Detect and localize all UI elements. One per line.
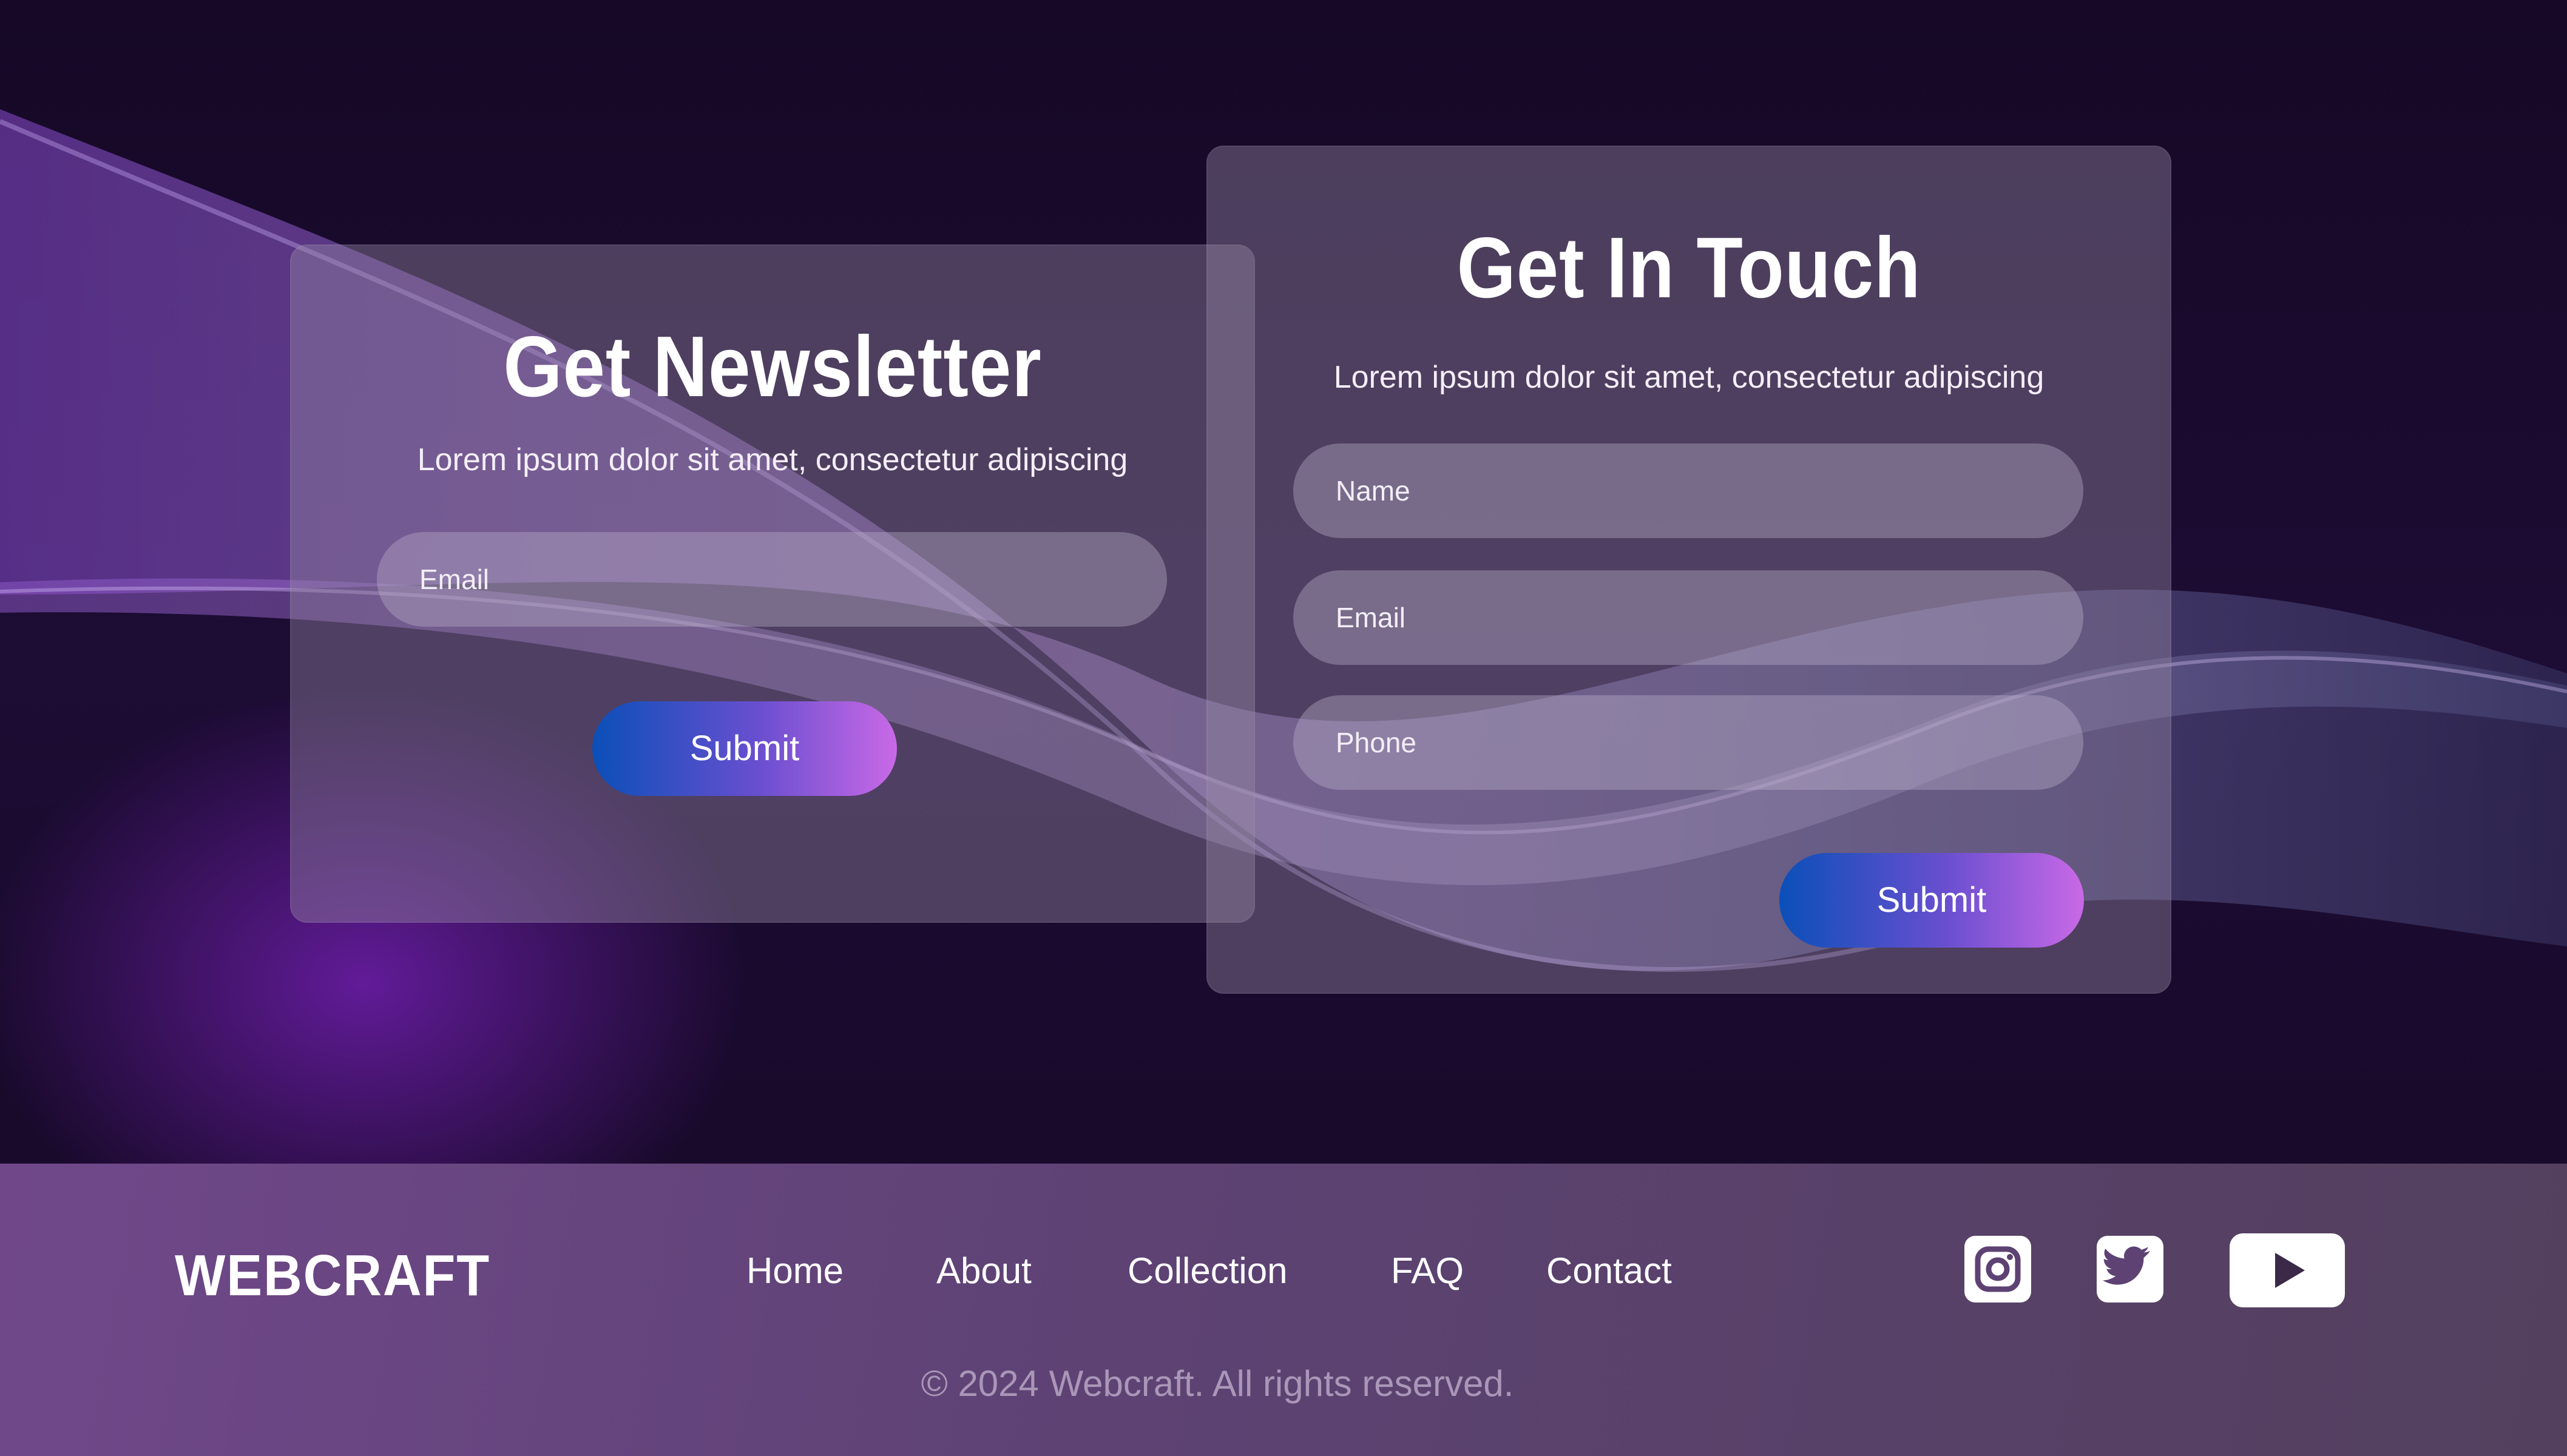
- nav-home[interactable]: Home: [746, 1250, 844, 1292]
- newsletter-subtitle: Lorem ipsum dolor sit amet, consectetur …: [417, 442, 1128, 477]
- newsletter-title: Get Newsletter: [503, 318, 1042, 415]
- contact-title: Get In Touch: [1456, 220, 1921, 316]
- youtube-icon[interactable]: [2230, 1233, 2345, 1307]
- contact-card: Get In Touch Lorem ipsum dolor sit amet,…: [1206, 146, 2171, 994]
- footer: [0, 1164, 2567, 1456]
- contact-email-input[interactable]: Email: [1293, 570, 2083, 665]
- instagram-icon[interactable]: [1964, 1236, 2031, 1303]
- nav-faq[interactable]: FAQ: [1391, 1250, 1464, 1292]
- nav-contact[interactable]: Contact: [1546, 1250, 1672, 1292]
- newsletter-email-input[interactable]: Email: [377, 532, 1167, 627]
- newsletter-card: Get Newsletter Lorem ipsum dolor sit ame…: [290, 244, 1255, 923]
- contact-phone-input[interactable]: Phone: [1293, 695, 2083, 790]
- newsletter-submit-button[interactable]: Submit: [592, 701, 897, 796]
- footer-logo[interactable]: WEBCRAFT: [175, 1242, 490, 1309]
- copyright-text: © 2024 Webcraft. All rights reserved.: [921, 1363, 1514, 1404]
- nav-collection[interactable]: Collection: [1128, 1250, 1287, 1292]
- twitter-icon[interactable]: [2097, 1236, 2163, 1303]
- contact-subtitle: Lorem ipsum dolor sit amet, consectetur …: [1333, 360, 2044, 395]
- contact-submit-button[interactable]: Submit: [1779, 853, 2084, 948]
- nav-about[interactable]: About: [936, 1250, 1032, 1292]
- contact-name-input[interactable]: Name: [1293, 443, 2083, 538]
